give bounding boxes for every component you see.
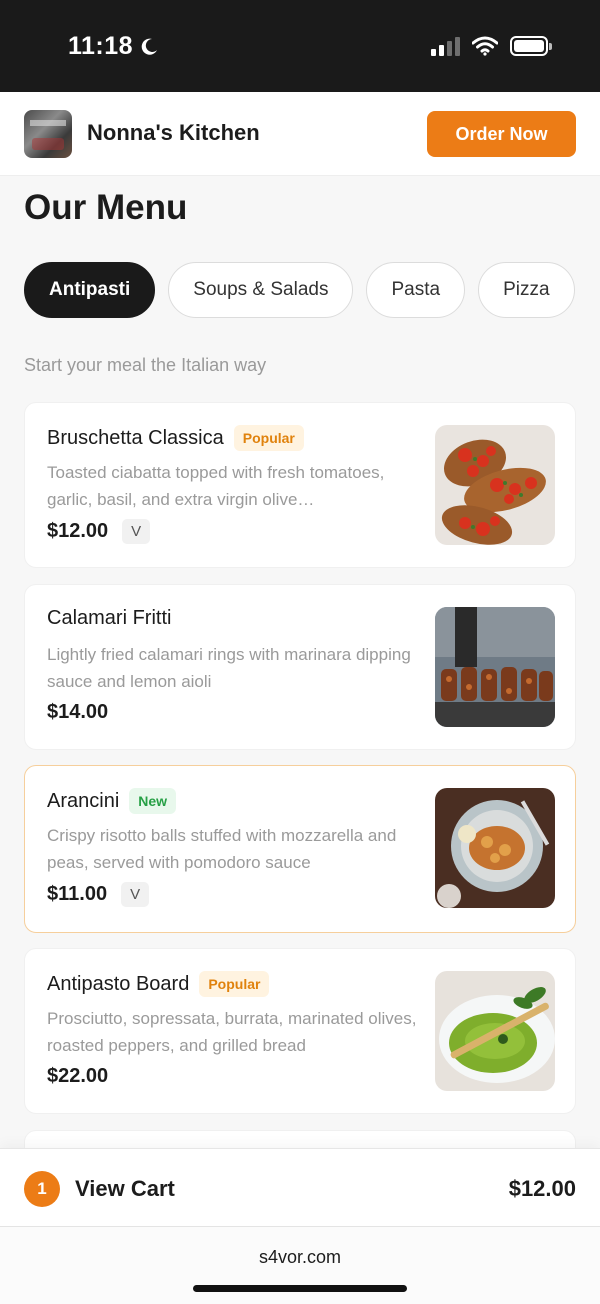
tab-soups-salads[interactable]: Soups & Salads [168,262,354,318]
cart-bar[interactable]: 1 View Cart $12.00 [0,1148,600,1226]
item-name-row: Antipasto Board Popular [47,971,270,997]
item-price: $22.00 [47,1065,109,1087]
menu-item-card[interactable]: Calamari Fritti Lightly fried calamari r… [24,584,576,750]
wifi-icon [472,36,498,56]
view-cart-button[interactable]: View Cart [75,1176,175,1202]
item-price: $11.00 [47,883,108,905]
arancini-photo[interactable] [435,788,555,908]
vegetarian-tag: V [122,519,151,544]
item-price-row: $14.00 [47,701,108,724]
item-name: Antipasto Board [47,972,190,995]
cart-total: $12.00 [508,1176,576,1201]
item-name: Bruschetta Classica [47,426,224,449]
category-tabs: Antipasti Soups & Salads Pasta Pizza [24,262,576,318]
cellular-signal-icon [431,36,460,56]
item-name-row: Bruschetta Classica Popular [47,425,304,451]
cart-count-badge: 1 [24,1171,60,1207]
item-price-row: $22.00 [47,1065,108,1088]
vegetarian-tag: V [121,882,150,907]
status-bar: 11:18 [0,0,600,92]
item-description: Toasted ciabatta topped with fresh tomat… [47,463,385,509]
item-description: Lightly fried calamari rings with marina… [47,645,411,691]
antipasto-board-photo[interactable] [435,971,555,1091]
item-name-row: Calamari Fritti [47,607,171,630]
status-time: 11:18 [68,32,159,61]
popular-badge: Popular [233,425,304,451]
url-text[interactable]: s4vor.com [0,1247,600,1268]
status-icons [431,36,552,56]
brand-name: Nonna's Kitchen [87,120,260,145]
tab-antipasti[interactable]: Antipasti [24,262,156,318]
item-price: $14.00 [47,701,109,723]
app-header: Nonna's Kitchen Order Now [0,92,600,176]
calamari-photo[interactable] [435,607,555,727]
item-price-row: $12.00 V [47,519,151,544]
battery-icon [510,36,552,56]
menu-item-card[interactable]: Arancini New Crispy risotto balls stuffe… [24,765,576,933]
home-indicator[interactable] [193,1285,407,1292]
item-name: Arancini [47,789,120,812]
moon-icon [141,38,158,55]
item-price-row: $11.00 V [47,882,150,907]
menu-item-card[interactable]: Bruschetta Classica Popular Toasted ciab… [24,402,576,568]
tab-pasta[interactable]: Pasta [366,262,466,318]
order-now-button[interactable]: Order Now [427,111,576,157]
menu-item-card[interactable]: Antipasto Board Popular Prosciutto, sopr… [24,948,576,1114]
page-title: Our Menu [24,188,188,227]
item-description: Prosciutto, sopressata, burrata, marinat… [47,1009,417,1055]
restaurant-logo[interactable] [24,110,72,158]
item-name: Calamari Fritti [47,607,172,629]
popular-badge: Popular [199,971,270,997]
new-badge: New [129,788,177,814]
item-name-row: Arancini New [47,788,177,814]
browser-url-bar: s4vor.com [0,1226,600,1304]
item-price: $12.00 [47,520,109,542]
section-subtitle: Start your meal the Italian way [24,355,267,375]
tab-pizza[interactable]: Pizza [478,262,575,318]
item-description: Crispy risotto balls stuffed with mozzar… [47,826,397,872]
bruschetta-photo[interactable] [435,425,555,545]
clock-text: 11:18 [68,32,134,60]
